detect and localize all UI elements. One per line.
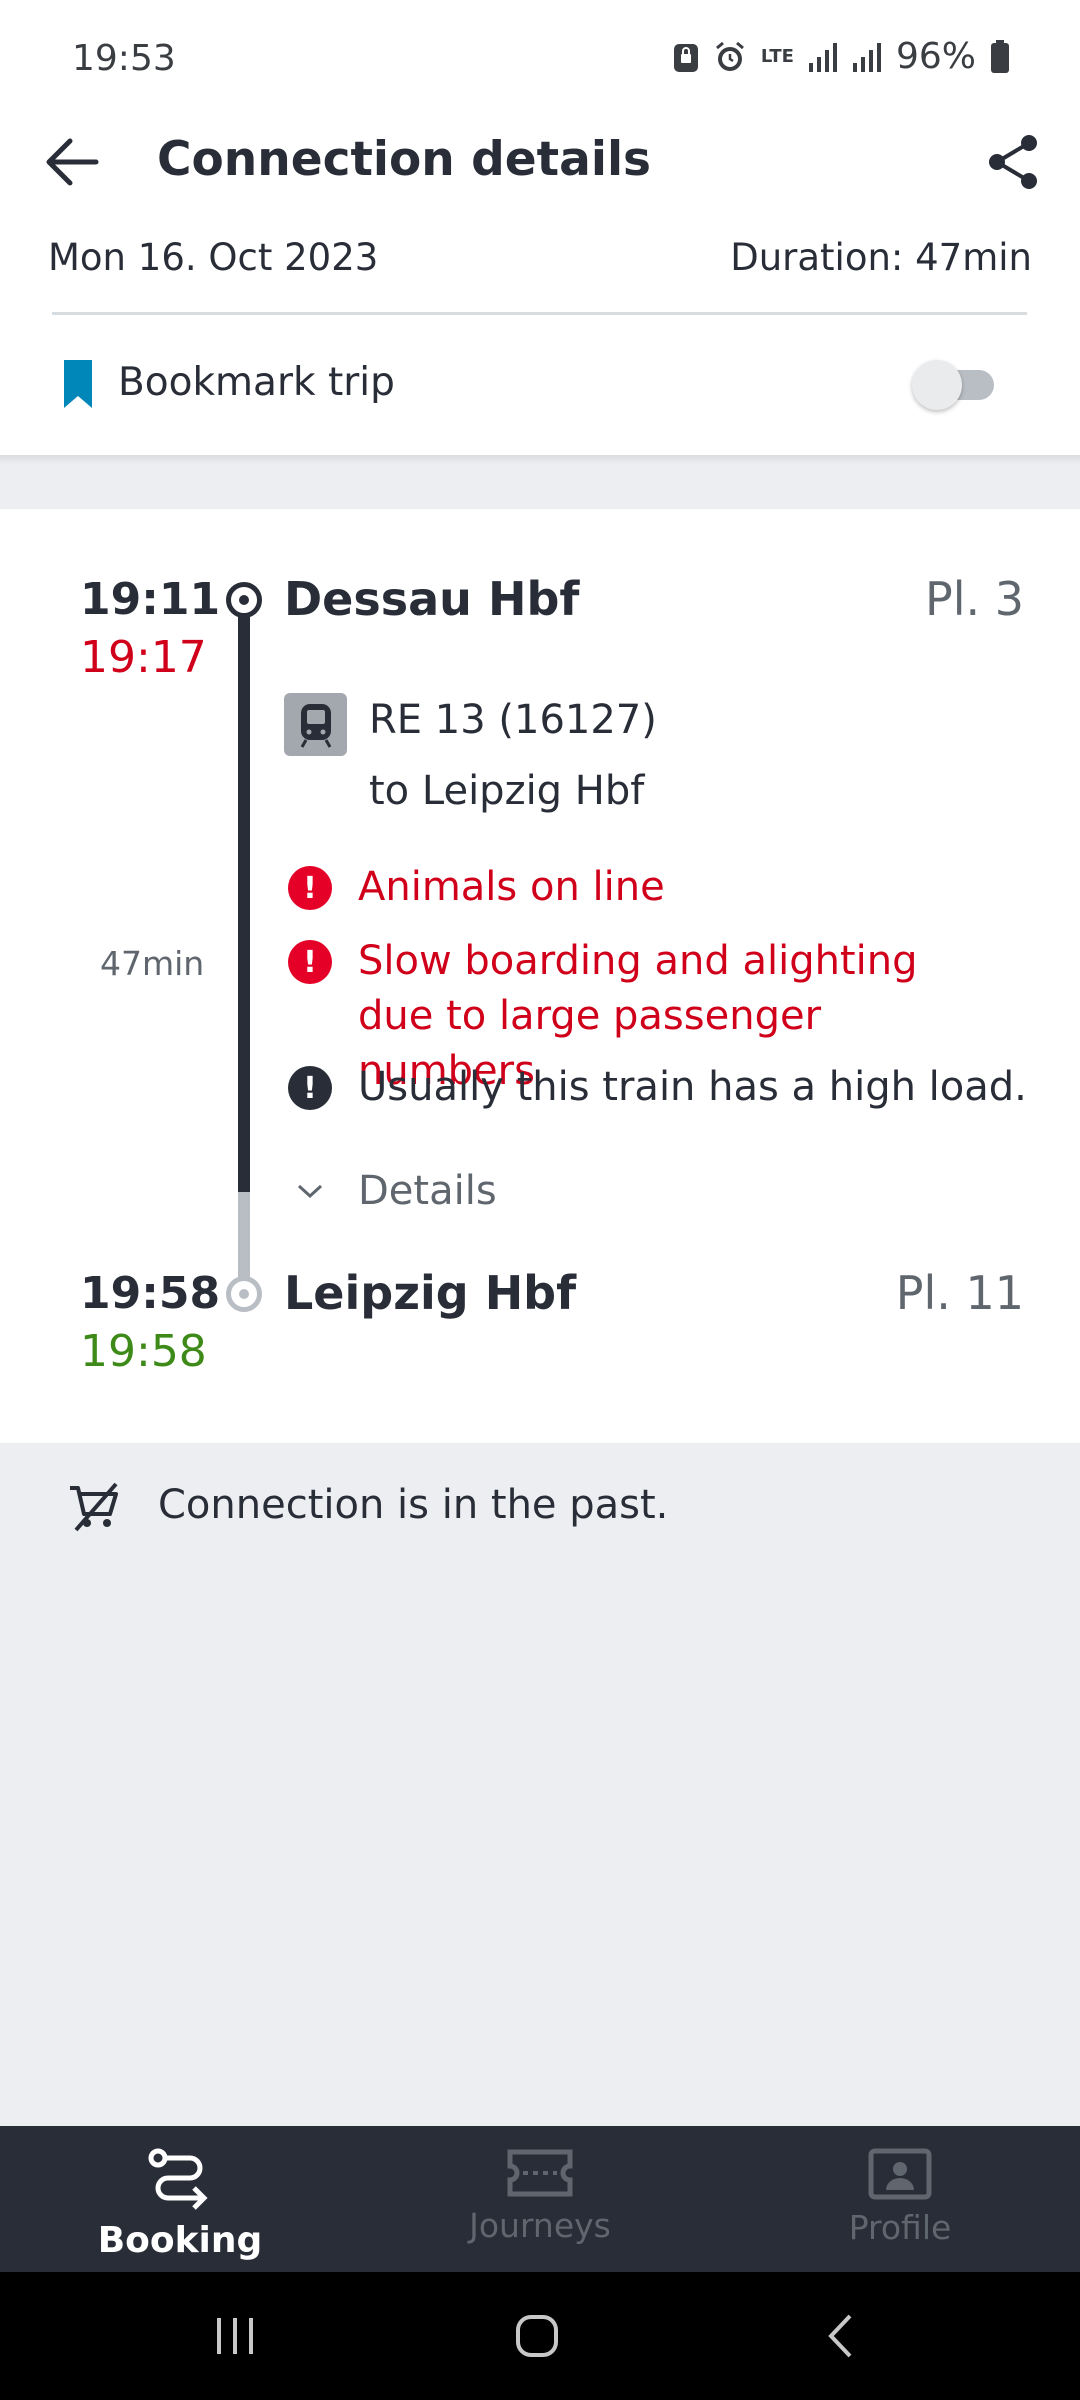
chevron-down-icon	[297, 1184, 323, 1199]
trip-date: Mon 16. Oct 2023	[48, 236, 379, 279]
battery-icon	[991, 39, 1009, 73]
train-name[interactable]: RE 13 (16127)	[369, 697, 657, 743]
page-title: Connection details	[157, 132, 652, 187]
share-button[interactable]	[980, 128, 1048, 196]
signal-icon	[808, 42, 837, 72]
profile-card-icon	[868, 2148, 932, 2200]
nav-profile[interactable]: Profile	[720, 2126, 1080, 2272]
departure-stop-marker	[226, 582, 262, 618]
chevron-left-icon	[828, 2314, 852, 2358]
share-icon	[989, 135, 1037, 189]
status-icons: LTE 96%	[673, 36, 1010, 77]
nav-booking-label: Booking	[97, 2220, 263, 2261]
bookmark-icon	[64, 360, 92, 408]
info-alert-icon: !	[288, 1066, 332, 1110]
nav-journeys[interactable]: Journeys	[360, 2126, 720, 2272]
load-message: Usually this train has a high load.	[358, 1064, 1027, 1110]
details-expander[interactable]: Details	[296, 1168, 497, 1214]
train-destination: to Leipzig Hbf	[369, 768, 645, 814]
alert-icon: !	[288, 866, 332, 910]
divider	[52, 312, 1027, 315]
ticket-icon	[507, 2149, 573, 2197]
recents-button[interactable]	[203, 2304, 267, 2368]
departure-platform: Pl. 3	[924, 572, 1024, 626]
alert-icon: !	[288, 940, 332, 984]
departure-realtime: 19:17	[80, 632, 207, 683]
departure-station[interactable]: Dessau Hbf	[284, 572, 579, 626]
alarm-icon	[715, 41, 744, 71]
route-icon	[148, 2148, 208, 2210]
status-time: 19:53	[72, 38, 176, 79]
past-connection-notice: Connection is in the past.	[158, 1482, 669, 1528]
arrival-planned-time: 19:58	[80, 1268, 221, 1319]
leg-duration: 47min	[100, 944, 205, 983]
arrival-stop-marker	[226, 1276, 262, 1312]
cart-crossed-icon	[70, 1482, 118, 1532]
system-back-button[interactable]	[808, 2304, 872, 2368]
signal-icon	[852, 42, 881, 72]
home-icon	[516, 2315, 558, 2357]
nav-booking[interactable]: Booking	[0, 2126, 360, 2272]
arrow-left-icon	[46, 138, 99, 186]
bookmark-label: Bookmark trip	[118, 360, 395, 405]
arrival-realtime: 19:58	[80, 1326, 207, 1377]
disruption-message: Animals on line	[358, 864, 665, 910]
bottom-navigation: Booking Journeys Profile	[0, 2126, 1080, 2272]
toggle-knob	[912, 360, 962, 410]
back-button[interactable]	[38, 128, 106, 196]
route-line-remaining	[238, 1192, 250, 1278]
system-navigation-bar	[0, 2272, 1080, 2400]
route-line-progress	[238, 616, 250, 1192]
home-button[interactable]	[505, 2304, 569, 2368]
battery-percent: 96%	[895, 36, 976, 77]
details-label: Details	[358, 1168, 497, 1214]
notice-area	[0, 1443, 1080, 2126]
arrival-platform: Pl. 11	[895, 1266, 1024, 1320]
arrival-station[interactable]: Leipzig Hbf	[284, 1266, 576, 1320]
bookmark-toggle[interactable]	[912, 360, 998, 410]
nav-journeys-label: Journeys	[469, 2206, 611, 2245]
trip-duration: Duration: 47min	[730, 236, 1032, 279]
departure-planned-time: 19:11	[80, 574, 221, 625]
recents-icon	[217, 2318, 253, 2354]
section-separator	[0, 455, 1080, 509]
regional-train-icon	[284, 693, 347, 756]
vpn-lock-icon	[673, 43, 698, 72]
nav-profile-label: Profile	[848, 2208, 952, 2247]
lte-icon: LTE	[760, 45, 794, 67]
